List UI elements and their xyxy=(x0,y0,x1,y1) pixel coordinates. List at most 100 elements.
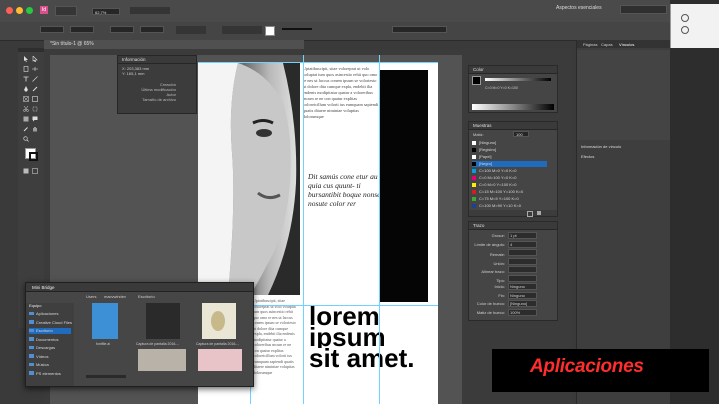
tint-field[interactable]: 100 xyxy=(513,131,529,137)
links-list[interactable] xyxy=(577,50,670,140)
workspace-switcher[interactable]: Aspectos esenciales xyxy=(556,5,602,11)
bridge-button[interactable] xyxy=(55,6,77,16)
transform-buttons[interactable] xyxy=(222,26,262,34)
zoom-tool-icon[interactable] xyxy=(23,136,29,142)
pen-tool-icon[interactable] xyxy=(23,86,29,92)
document-tab[interactable]: *Sin título-1 @ 65% xyxy=(44,40,304,49)
screen-mode-icon[interactable] xyxy=(32,168,38,174)
stroke-field-input[interactable] xyxy=(508,274,537,282)
breadcrumb-item[interactable]: Escritorio xyxy=(138,294,155,299)
x-position-field[interactable] xyxy=(40,26,64,33)
stroke-field-input[interactable]: Ninguno xyxy=(508,283,537,290)
eyedropper-tool-icon[interactable] xyxy=(23,126,29,132)
gradient-tool-icon[interactable] xyxy=(23,116,29,122)
swatch-row[interactable]: [Registro] xyxy=(472,147,547,153)
portrait-image-frame[interactable] xyxy=(198,63,300,295)
free-transform-tool-icon[interactable] xyxy=(32,106,38,112)
selection-tool-icon[interactable] xyxy=(23,56,29,62)
swatch-row[interactable]: [Papel] xyxy=(472,154,547,160)
sidebar-folder-item[interactable]: Documentos xyxy=(29,337,58,343)
mini-bridge-header[interactable]: Mini Bridge xyxy=(26,283,253,292)
stroke-field-input[interactable]: 1 pt xyxy=(508,232,537,239)
sidebar-folder-item[interactable]: Vídeos xyxy=(29,354,48,360)
view-options-group[interactable] xyxy=(130,7,170,14)
rectangle-frame-tool-icon[interactable] xyxy=(23,96,29,102)
maximize-window-button[interactable] xyxy=(26,7,33,14)
new-swatch-icon[interactable] xyxy=(527,211,533,217)
swatch-row[interactable]: C=75 M=5 Y=100 K=0 xyxy=(472,196,547,202)
color-ramp[interactable] xyxy=(472,104,554,110)
column-guide[interactable] xyxy=(379,55,380,404)
file-thumbnail[interactable] xyxy=(202,303,236,339)
thumbnail-size-slider[interactable] xyxy=(86,375,126,378)
swatches-panel-header[interactable]: Muestras xyxy=(469,122,557,130)
margin-guide[interactable] xyxy=(198,62,438,63)
gap-tool-icon[interactable] xyxy=(32,66,38,72)
delete-swatch-icon[interactable] xyxy=(537,211,541,215)
apply-color-icon[interactable] xyxy=(23,168,29,174)
horizontal-ruler[interactable] xyxy=(44,49,462,55)
search-adobe-stock-field[interactable] xyxy=(620,5,667,14)
object-style-field[interactable] xyxy=(392,26,447,33)
links-info-header[interactable]: Información de vínculo xyxy=(581,144,621,149)
width-field[interactable] xyxy=(110,26,134,33)
height-field[interactable] xyxy=(140,26,164,33)
stroke-field-input[interactable] xyxy=(508,249,537,256)
history-icon[interactable] xyxy=(681,26,689,34)
page-tool-icon[interactable] xyxy=(23,66,29,72)
stroke-field-input[interactable] xyxy=(508,257,537,265)
stroke-panel-header[interactable]: Trazo xyxy=(469,222,557,230)
swatch-row[interactable]: C=15 M=100 Y=100 K=0 xyxy=(472,189,547,195)
stroke-field-input[interactable]: Ninguno xyxy=(508,291,537,299)
scissors-tool-icon[interactable] xyxy=(23,105,29,112)
file-thumbnail[interactable] xyxy=(138,349,186,371)
hand-tool-icon[interactable] xyxy=(32,126,38,132)
tab-pages[interactable]: Páginas xyxy=(583,42,597,47)
line-tool-icon[interactable] xyxy=(32,76,38,82)
pencil-tool-icon[interactable] xyxy=(32,86,38,92)
swatch-row[interactable]: [Ninguno] xyxy=(472,140,547,146)
direct-selection-tool-icon[interactable] xyxy=(32,55,38,63)
sidebar-folder-item[interactable]: Escritorio xyxy=(29,328,71,334)
tab-links[interactable]: Vínculos xyxy=(619,42,634,47)
headline-frame[interactable]: lorem ipsum sit amet. xyxy=(307,303,437,371)
effects-header[interactable]: Efectos xyxy=(581,154,594,159)
sidebar-folder-item[interactable]: Creative Cloud Files xyxy=(29,320,72,326)
color-fill-icon[interactable] xyxy=(472,76,481,85)
stroke-weight-icon[interactable] xyxy=(282,28,312,30)
breadcrumb-item[interactable]: macvwindex xyxy=(104,294,126,299)
breadcrumb-item[interactable]: Users xyxy=(86,294,96,299)
pull-quote[interactable]: Dit samús cone etur au quia cus quunt- t… xyxy=(308,172,382,208)
sidebar-folder-item[interactable]: Música xyxy=(29,362,49,368)
minimize-window-button[interactable] xyxy=(16,7,23,14)
y-position-field[interactable] xyxy=(70,26,94,33)
body-text-frame-2[interactable]: Uptatibuscipit, sitae voloreprat ut volo… xyxy=(253,298,297,404)
sidebar-folder-item[interactable]: PS elementos xyxy=(29,371,61,377)
rectangle-tool-icon[interactable] xyxy=(32,96,38,102)
stroke-field-input[interactable]: [Ninguno] xyxy=(508,300,537,307)
sidebar-folder-item[interactable]: Descargas xyxy=(29,345,55,351)
swatch-row[interactable]: C=100 M=0 Y=0 K=0 xyxy=(472,168,547,174)
tint-slider[interactable] xyxy=(485,78,551,81)
swatch-row[interactable]: C=0 M=100 Y=0 K=0 xyxy=(472,175,547,181)
black-column-block[interactable] xyxy=(380,70,428,302)
background-browser-window[interactable] xyxy=(670,4,719,48)
swatch-row[interactable]: C=0 M=0 Y=100 K=0 xyxy=(472,182,547,188)
stroke-color-icon[interactable] xyxy=(29,152,38,161)
fill-swatch-icon[interactable] xyxy=(265,26,275,36)
zoom-level-field[interactable]: 62,7% xyxy=(92,8,120,15)
file-thumbnail[interactable] xyxy=(92,303,118,339)
user-icon[interactable] xyxy=(681,14,689,22)
close-window-button[interactable] xyxy=(6,7,13,14)
stroke-field-input[interactable] xyxy=(508,266,537,273)
note-tool-icon[interactable] xyxy=(32,116,38,122)
sidebar-folder-item[interactable]: Aplicaciones xyxy=(29,311,58,317)
info-panel-header[interactable]: Información xyxy=(118,56,196,64)
tab-layers[interactable]: Capas xyxy=(601,42,613,47)
type-tool-icon[interactable] xyxy=(23,76,29,82)
swatch-row[interactable]: C=100 M=90 Y=10 K=0 xyxy=(472,203,547,209)
column-guide[interactable] xyxy=(303,55,304,404)
file-thumbnail[interactable] xyxy=(146,303,180,339)
stroke-field-input[interactable]: 100% xyxy=(508,308,537,316)
stroke-field-input[interactable]: 4 xyxy=(508,240,537,248)
